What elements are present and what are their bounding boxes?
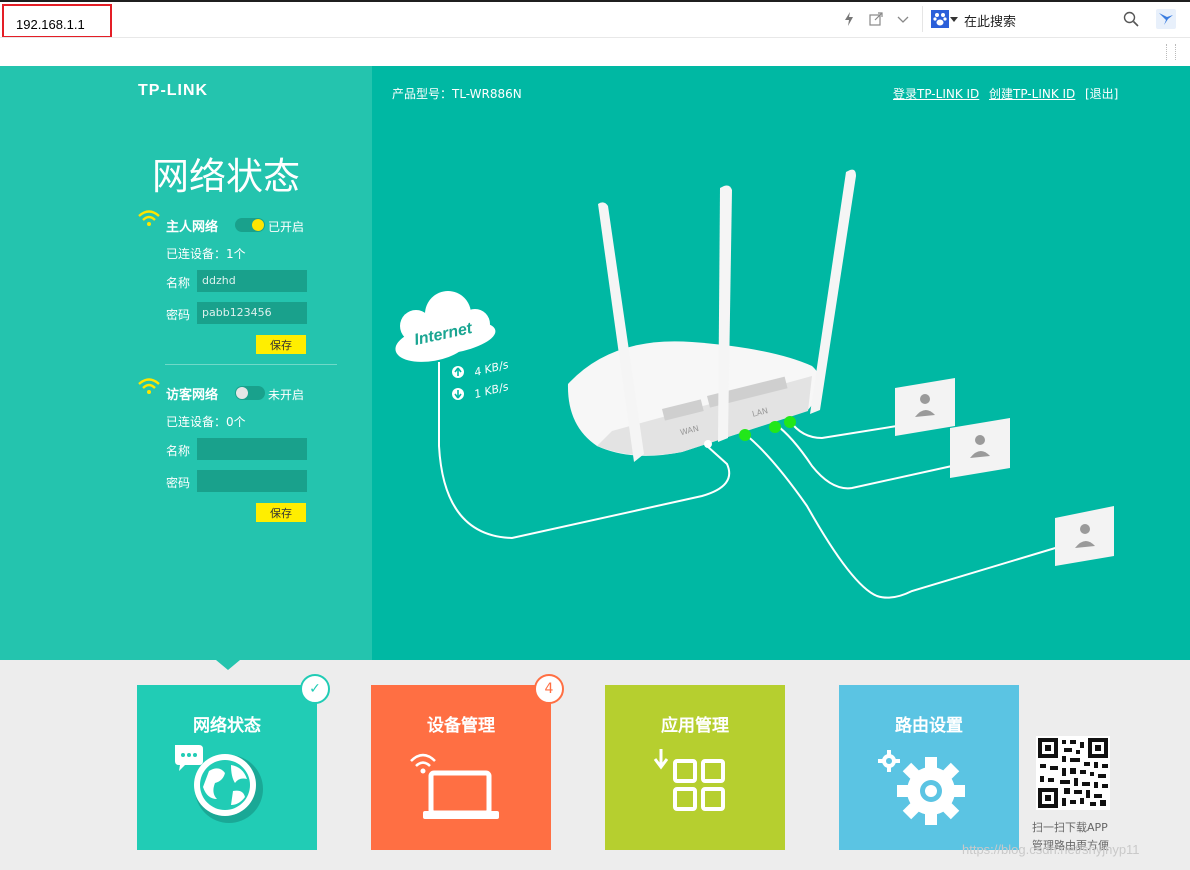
tile-label: 网络状态 [193,716,261,736]
guest-devices-count: 已连设备：0个 [166,415,246,429]
browser-chrome: 192.168.1.1 在此搜索 [0,0,1190,67]
paw-icon[interactable] [931,10,949,28]
globe-icon [175,745,263,823]
host-password-field[interactable]: pabb123456 [197,302,307,324]
guest-network-toggle[interactable] [235,386,265,400]
toggle-knob [252,219,264,231]
tile-network-status[interactable]: 网络状态 [137,685,317,850]
guest-save-button[interactable]: 保存 [256,503,306,522]
lan-cable-2 [774,423,953,490]
share-icon[interactable] [868,11,884,27]
host-devices-count: 已连设备：1个 [166,247,246,261]
guest-network-title: 访客网络 [166,388,219,403]
client-device-1 [895,378,955,436]
watermark-text: https://blog.csdn.net/shyjhyp11 [962,842,1140,857]
brand-logo: TP-LINK [138,82,209,99]
tile-label: 应用管理 [661,716,729,736]
qr-caption-line1: 扫一扫下载APP [1032,821,1108,834]
address-bar-url[interactable]: 192.168.1.1 [16,17,85,32]
wifi-icon [138,378,160,394]
status-side-panel: TP-LINK 网络状态 主人网络 已开启 已连设备：1个 名称 ddzhd 密… [0,66,372,660]
host-name-value[interactable]: ddzhd [202,274,236,287]
host-name-label: 名称 [166,276,191,290]
browser-toolbar-secondary [0,37,1190,67]
bird-icon[interactable] [1156,9,1176,29]
device-count-badge: 4 [534,674,564,704]
host-network-toggle[interactable] [235,218,265,232]
qr-code [1036,736,1110,810]
tile-app-management[interactable]: 应用管理 [605,685,785,850]
guest-toggle-state: 未开启 [268,388,305,402]
host-password-value[interactable]: pabb123456 [202,306,272,319]
router-image [567,169,856,462]
gear-icon [878,750,965,825]
window-top-border [0,0,1190,2]
lan-cable-1 [789,420,898,440]
tile-router-settings[interactable]: 路由设置 [839,685,1019,850]
tile-label: 路由设置 [895,716,963,736]
host-name-field[interactable]: ddzhd [197,270,307,292]
client-device-2 [950,418,1010,478]
lightning-icon[interactable] [841,11,857,27]
grip-handle[interactable] [1166,44,1176,60]
guest-password-label: 密码 [166,476,191,490]
active-pointer [216,660,240,670]
tile-label: 设备管理 [427,716,495,736]
host-password-label: 密码 [166,308,191,322]
laptop-icon [410,753,499,819]
host-network-title: 主人网络 [166,220,219,235]
check-badge-icon: ✓ [300,674,330,704]
guest-name-label: 名称 [166,444,191,458]
chevron-down-icon[interactable] [895,11,911,27]
guest-name-field[interactable] [197,438,307,460]
search-placeholder[interactable]: 在此搜索 [964,11,1016,30]
host-save-button[interactable]: 保存 [256,335,306,354]
wifi-icon [138,210,160,226]
address-bar-highlight[interactable]: 192.168.1.1 [2,4,112,38]
lan-cable-3 [744,433,1063,599]
section-divider [165,364,337,365]
host-toggle-state: 已开启 [268,220,305,234]
page-title: 网络状态 [152,155,300,198]
client-device-3 [1055,506,1114,566]
toggle-knob [236,387,248,399]
tile-device-management[interactable]: 设备管理 [371,685,551,850]
search-icon[interactable] [1123,11,1139,27]
apps-grid-icon [653,749,725,811]
engine-dropdown-icon[interactable] [950,15,958,23]
router-app: TP-LINK 网络状态 主人网络 已开启 已连设备：1个 名称 ddzhd 密… [0,66,1190,660]
guest-password-field[interactable] [197,470,307,492]
